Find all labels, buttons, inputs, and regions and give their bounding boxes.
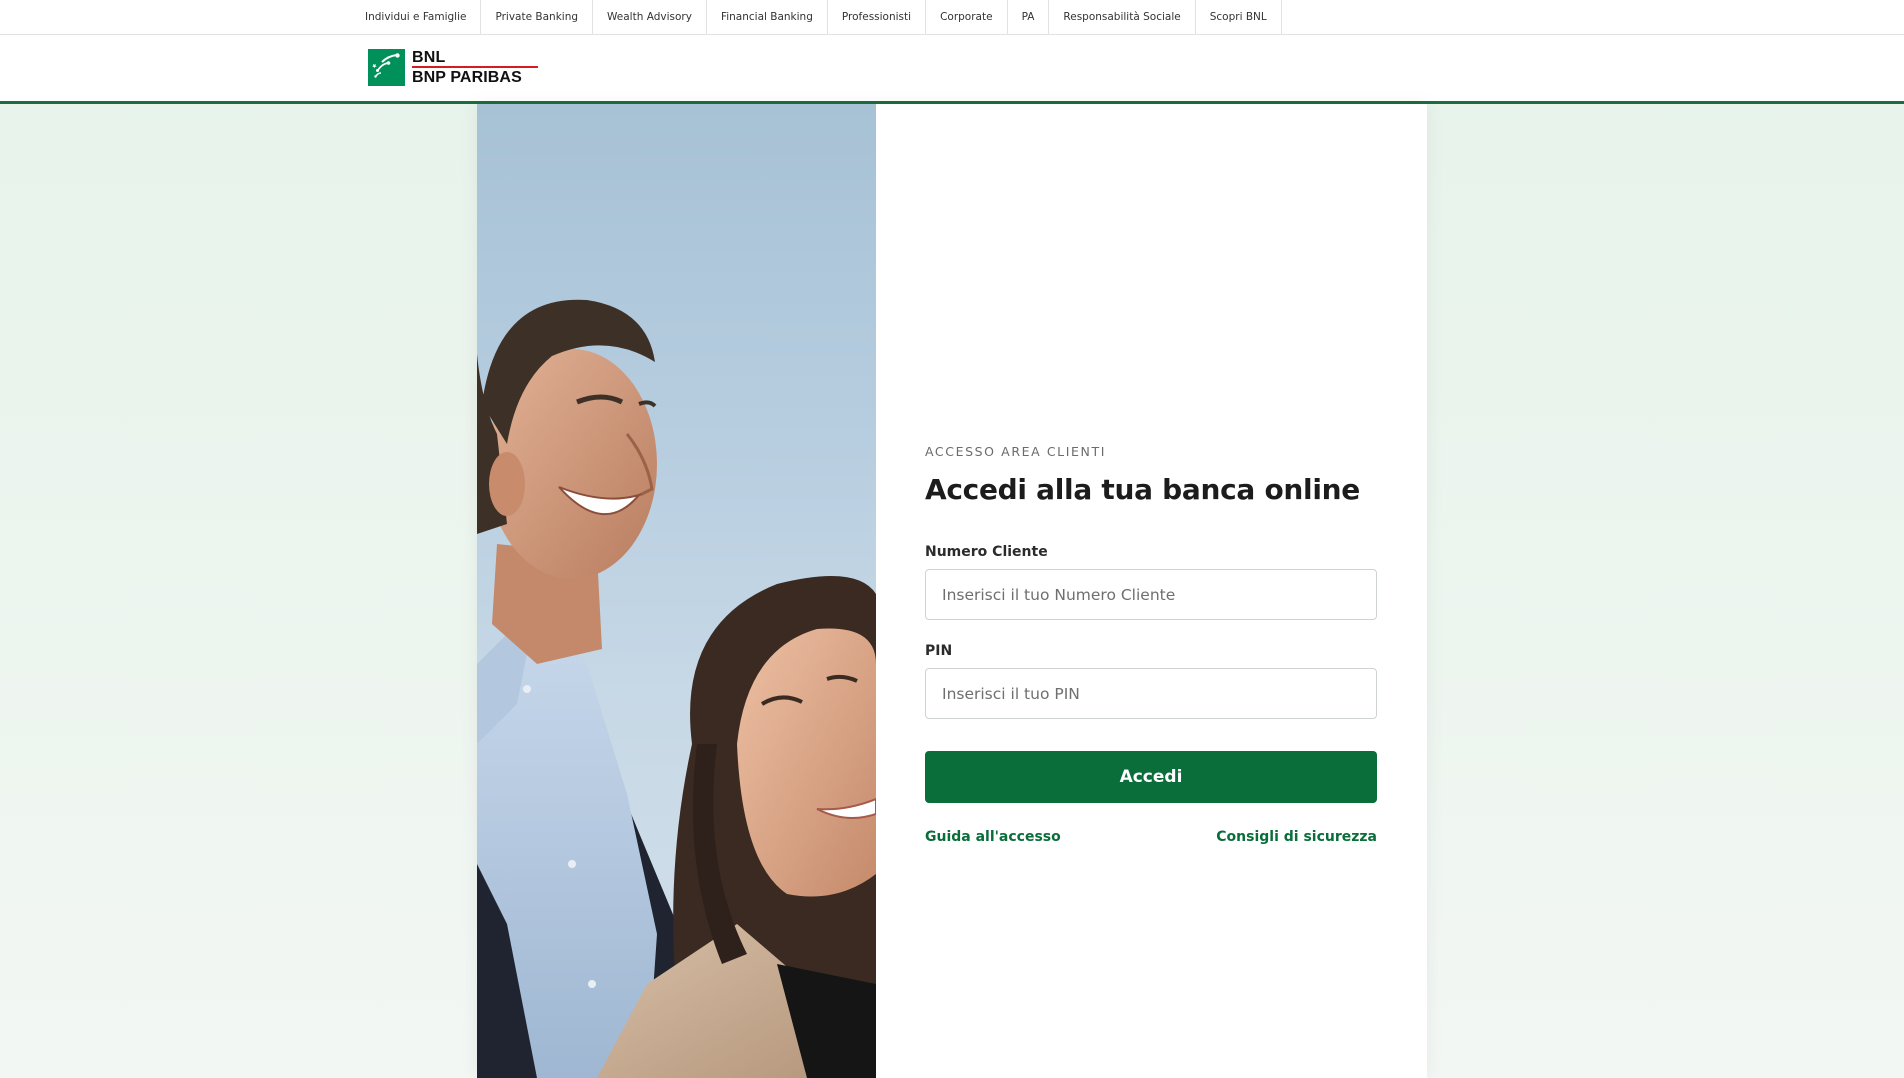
segment-menu: Individui e Famiglie Private Banking Wea… [352, 0, 1282, 34]
pin-input[interactable] [925, 668, 1377, 719]
hero-photo [477, 104, 876, 1078]
pin-label: PIN [925, 643, 953, 659]
security-tips-link[interactable]: Consigli di sicurezza [1216, 829, 1377, 845]
nav-item-corporate[interactable]: Corporate [926, 0, 1008, 34]
logo-red-rule [412, 65, 538, 68]
nav-item-pa[interactable]: PA [1008, 0, 1050, 34]
nav-item-wealth-advisory[interactable]: Wealth Advisory [593, 0, 707, 34]
nav-item-scopri-bnl[interactable]: Scopri BNL [1196, 0, 1282, 34]
login-button[interactable]: Accedi [925, 751, 1377, 803]
page-title: Accedi alla tua banca online [925, 473, 1360, 506]
nav-item-private-banking[interactable]: Private Banking [481, 0, 594, 34]
access-guide-link[interactable]: Guida all'accesso [925, 829, 1061, 845]
customer-number-label: Numero Cliente [925, 544, 1048, 560]
login-eyebrow: ACCESSO AREA CLIENTI [925, 444, 1106, 459]
top-navigation: Individui e Famiglie Private Banking Wea… [0, 0, 1904, 35]
customer-number-input[interactable] [925, 569, 1377, 620]
login-form: ACCESSO AREA CLIENTI Accedi alla tua ban… [925, 444, 1377, 845]
help-links: Guida all'accesso Consigli di sicurezza [925, 829, 1377, 845]
people-illustration [477, 299, 876, 1078]
logo-wordmark: BNL BNP PARIBAS [412, 49, 538, 86]
login-card: ACCESSO AREA CLIENTI Accedi alla tua ban… [477, 104, 1427, 1078]
nav-item-professionisti[interactable]: Professionisti [828, 0, 927, 34]
site-header: BNL BNP PARIBAS [0, 35, 1904, 104]
logo-line-bnl: BNL [412, 48, 446, 66]
nav-item-individui-famiglie[interactable]: Individui e Famiglie [352, 0, 482, 34]
nav-item-financial-banking[interactable]: Financial Banking [707, 0, 828, 34]
nav-item-responsabilita-sociale[interactable]: Responsabilità Sociale [1049, 0, 1196, 34]
bnp-stars-icon [368, 48, 405, 86]
bnl-logo[interactable]: BNL BNP PARIBAS [368, 48, 540, 86]
logo-line-bnp-paribas: BNP PARIBAS [412, 68, 522, 86]
